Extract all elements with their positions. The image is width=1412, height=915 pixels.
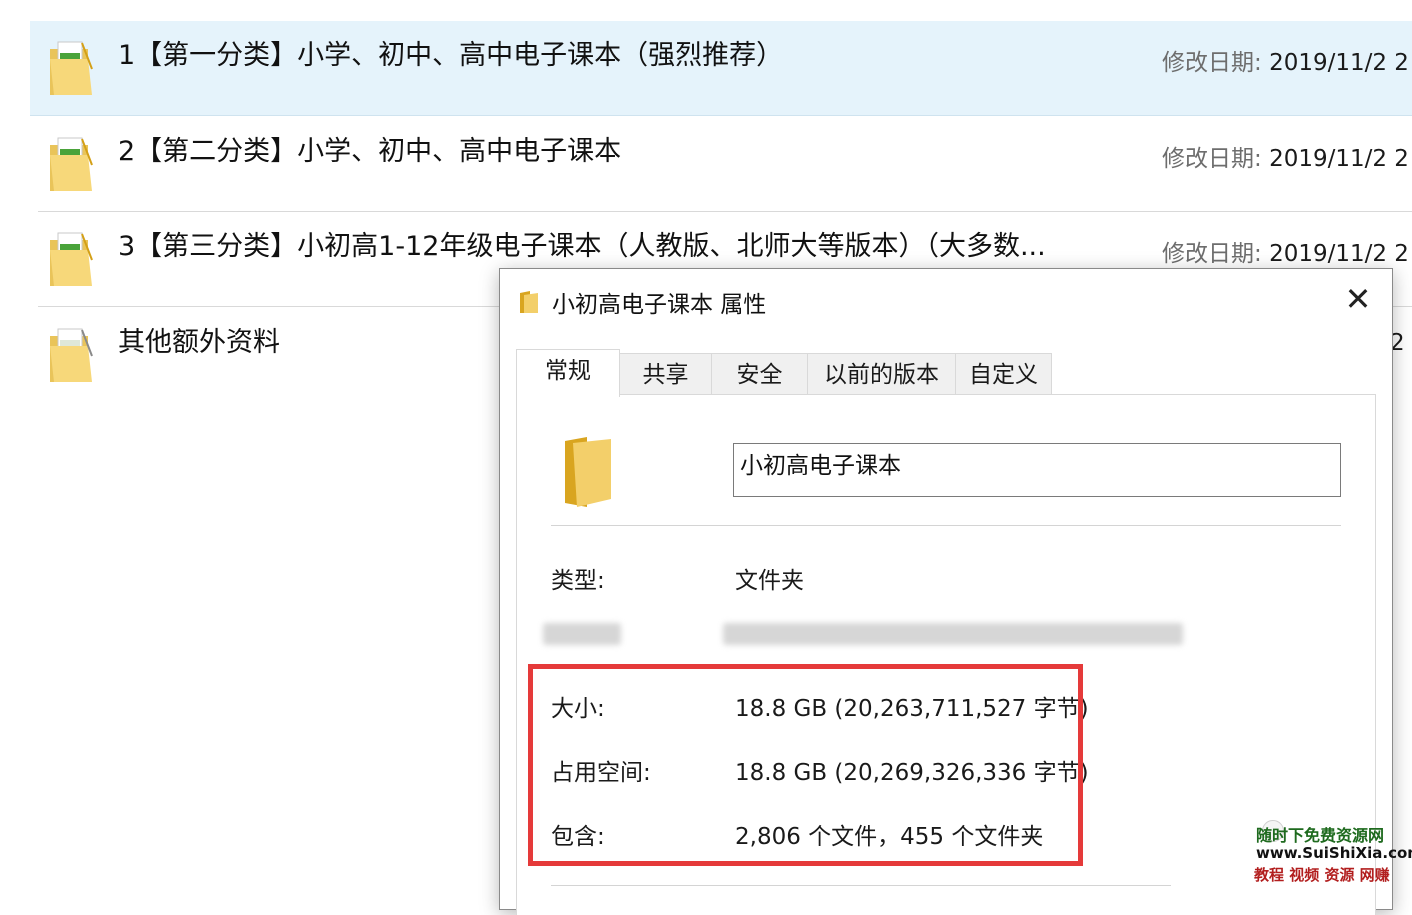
modified-date: 修改日期: 2019/11/2 2 [1162,43,1409,77]
watermark-line-3: 教程 视频 资源 网赚 [1254,866,1390,884]
folder-with-documents-icon [50,328,93,382]
file-name: 1【第一分类】小学、初中、高中电子课本（强烈推荐） [118,40,784,71]
folder-icon [520,291,538,313]
folder-with-documents-icon [50,137,93,191]
modified-date-value: 2019/11/2 2 [1269,241,1409,267]
modified-date-value: 2019/11/2 2 [1269,50,1409,76]
file-name: 2【第二分类】小学、初中、高中电子课本 [118,136,622,167]
red-highlight-box [528,664,1083,866]
file-name: 其他额外资料 [118,327,280,358]
watermark-line-2: www.SuiShiXia.com [1256,844,1412,862]
separator [551,525,1341,526]
folder-icon [565,437,611,507]
close-button[interactable]: ✕ [1338,279,1378,319]
tab-customize[interactable]: 自定义 [955,353,1052,395]
type-value: 文件夹 [735,568,804,594]
file-row-1[interactable]: 1【第一分类】小学、初中、高中电子课本（强烈推荐） 修改日期: 2019/11/… [30,21,1412,116]
folder-name-input[interactable] [733,443,1341,497]
file-name: 3【第三分类】小初高1-12年级电子课本（人教版、北师大等版本）（大多数... [118,231,1046,262]
folder-with-documents-icon [50,41,93,95]
modified-date-label: 修改日期: [1162,50,1262,76]
location-value-redacted [723,623,1183,645]
modified-date-label: 修改日期: [1162,241,1262,267]
dialog-title: 小初高电子课本 属性 [552,292,767,318]
modified-date: 修改日期: 2019/11/2 2 [1162,234,1409,268]
modified-date-value: 2019/11/2 2 [1269,146,1409,172]
modified-date-label: 修改日期: [1162,146,1262,172]
folder-with-documents-icon [50,232,93,286]
properties-dialog: 小初高电子课本 属性 ✕ 常规 共享 安全 以前的版本 自定义 类型: 文件夹 … [499,268,1393,915]
type-label: 类型: [551,568,605,594]
file-row-2[interactable]: 2【第二分类】小学、初中、高中电子课本 修改日期: 2019/11/2 2 [30,117,1412,212]
tab-security[interactable]: 安全 [711,353,808,395]
tab-sharing[interactable]: 共享 [619,353,712,395]
watermark: 随时下免费资源网 www.SuiShiXia.com 教程 视频 资源 网赚 [1252,822,1412,886]
location-label-redacted [543,623,621,645]
tab-previous-versions[interactable]: 以前的版本 [807,353,956,395]
watermark-line-1: 随时下免费资源网 [1256,826,1385,845]
tab-general[interactable]: 常规 [516,349,620,397]
modified-date: 修改日期: 2019/11/2 2 [1162,139,1409,173]
